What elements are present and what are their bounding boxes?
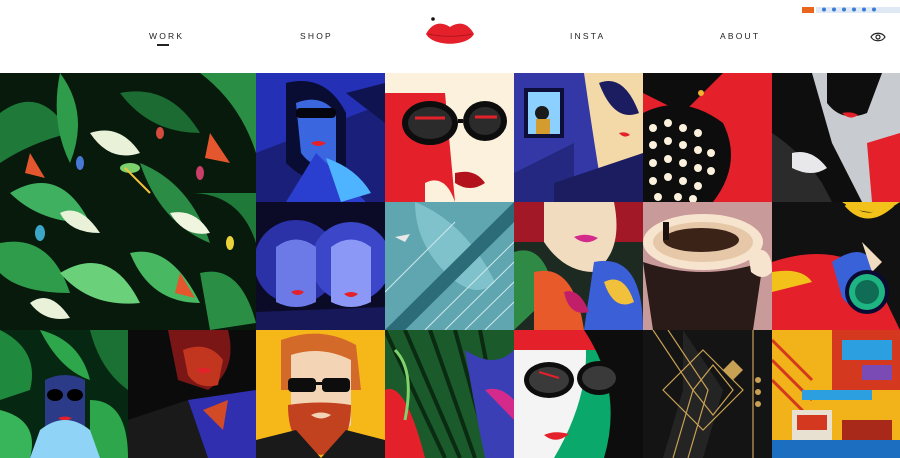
artwork-tile-woman-floral-leaves[interactable] — [514, 202, 643, 330]
artwork-tile-jungle-birds[interactable] — [0, 73, 256, 330]
artwork-tile-woman-green-sunglasses[interactable] — [514, 330, 643, 458]
artwork-tile-face-in-leaves[interactable] — [0, 330, 128, 458]
artwork-tile-window-blue-night[interactable] — [514, 73, 643, 202]
nav-insta-link[interactable]: INSTA — [570, 31, 605, 41]
artwork-tile-art-deco-gold[interactable] — [643, 330, 772, 458]
artwork-tile-woman-yellow-pool[interactable] — [772, 202, 900, 330]
artwork-gallery — [0, 73, 900, 458]
artwork-tile-bearded-man-sunglasses[interactable] — [256, 330, 385, 458]
nav-shop-link[interactable]: SHOP — [300, 31, 333, 41]
artwork-tile-woman-red-black[interactable] — [128, 330, 256, 458]
nav-work-link[interactable]: WORK — [149, 31, 184, 41]
artwork-tile-zeppelin-teal[interactable] — [385, 202, 514, 330]
artwork-tile-coffee-cup[interactable] — [643, 202, 772, 330]
red-lips-logo-icon[interactable] — [425, 16, 475, 50]
eye-icon[interactable] — [870, 30, 886, 42]
nav-about-link[interactable]: ABOUT — [720, 31, 760, 41]
artwork-tile-polka-dot-dress[interactable] — [643, 73, 772, 202]
artwork-tile-red-sunglasses-closeup[interactable] — [385, 73, 514, 202]
nav-active-underline — [157, 44, 169, 46]
browser-extension-badge[interactable] — [800, 0, 900, 13]
artwork-tile-woman-red-lips-grey[interactable] — [772, 73, 900, 202]
artwork-tile-interior-yellow[interactable] — [772, 330, 900, 458]
artwork-tile-woman-blue-sunglasses[interactable] — [256, 73, 385, 202]
artwork-tile-palm-leaves[interactable] — [385, 330, 514, 458]
artwork-tile-astronaut-twins[interactable] — [256, 202, 385, 330]
top-navigation: WORK SHOP INSTA ABOUT — [0, 0, 900, 73]
